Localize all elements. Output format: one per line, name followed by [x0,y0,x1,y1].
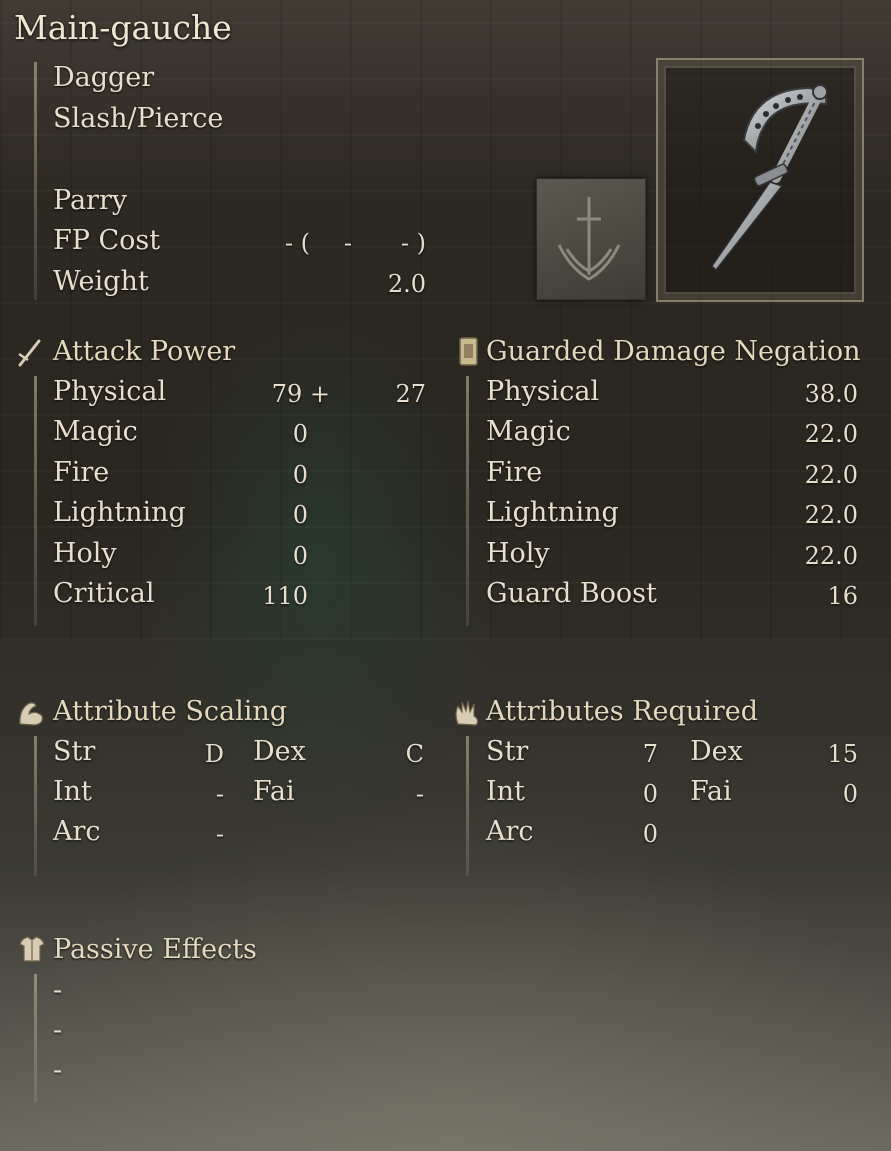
attack-value-fire: 0 [292,461,308,489]
guard-value-holy: 22.0 [804,542,858,570]
attack-label-lightning: Lightning [53,497,186,528]
passive-line-3: - [53,1055,63,1086]
guard-label-guard-boost: Guard Boost [486,578,657,609]
guard-value-lightning: 22.0 [804,501,858,529]
passive-line-1: - [53,975,63,1006]
fp-cost-label: FP Cost [53,225,161,256]
attack-label-physical: Physical [53,376,167,407]
attack-label-critical: Critical [53,578,155,609]
shield-icon [459,337,478,366]
requirement-label-dex: Dex [690,736,743,767]
requirement-label-int: Int [486,776,525,807]
passive-divider [34,974,37,1102]
fp-cost-open: - ( [284,229,310,257]
guard-label-holy: Holy [486,538,550,569]
attack-value-holy: 0 [292,542,308,570]
guard-label-lightning: Lightning [486,497,619,528]
attack-value-magic: 0 [292,420,308,448]
requirement-label-fai: Fai [690,776,732,807]
weight-label: Weight [53,266,149,297]
scaling-value-str: D [204,740,224,768]
passive-line-2: - [53,1015,63,1046]
guard-label-fire: Fire [486,457,543,488]
skill-name: Parry [53,185,128,216]
scaling-label-dex: Dex [253,736,306,767]
attack-bonus-physical: 27 [395,380,426,408]
scaling-label-arc: Arc [53,816,101,847]
requirement-value-str: 7 [642,740,658,768]
passive-title: Passive Effects [53,934,257,965]
scaling-label-int: Int [53,776,92,807]
attack-value-physical: 79 + [271,380,330,408]
guard-label-magic: Magic [486,416,571,447]
attack-value-lightning: 0 [292,501,308,529]
fp-cost-mid: - [343,229,352,257]
scaling-value-arc: - [215,820,224,848]
guard-title: Guarded Damage Negation [486,336,861,367]
scaling-value-fai: - [415,780,424,808]
scaling-value-dex: C [405,740,424,768]
flexed-arm-icon [19,702,43,726]
scaling-label-fai: Fai [253,776,295,807]
requirements-title: Attributes Required [486,696,758,727]
damage-type: Slash/Pierce [53,103,224,134]
guard-value-physical: 38.0 [804,380,858,408]
requirements-divider [466,736,469,876]
weapon-image-frame [656,58,864,302]
hand-icon [455,700,479,726]
requirement-value-fai: 0 [842,780,858,808]
guard-divider [466,376,469,626]
attack-power-divider [34,376,37,626]
scaling-title: Attribute Scaling [53,696,288,727]
requirement-value-int: 0 [642,780,658,808]
attack-label-fire: Fire [53,457,110,488]
scaling-divider [34,736,37,876]
attack-label-magic: Magic [53,416,138,447]
weapon-name: Main-gauche [14,8,232,47]
requirement-value-arc: 0 [642,820,658,848]
guard-value-fire: 22.0 [804,461,858,489]
dagger-image [711,84,828,272]
weight-value: 2.0 [387,270,426,298]
guard-value-magic: 22.0 [804,420,858,448]
sword-icon [18,339,41,367]
requirement-value-dex: 15 [827,740,858,768]
scaling-value-int: - [215,780,224,808]
requirement-label-arc: Arc [486,816,534,847]
attack-label-holy: Holy [53,538,117,569]
weapon-type: Dagger [53,62,155,93]
attack-power-title: Attack Power [53,336,236,367]
scaling-label-str: Str [53,736,96,767]
skill-icon [536,178,646,300]
info-divider [34,62,37,300]
attack-value-critical: 110 [262,582,308,610]
requirement-label-str: Str [486,736,529,767]
guard-label-physical: Physical [486,376,600,407]
fp-cost-close: - ) [400,229,426,257]
armor-icon [19,936,45,962]
guard-value-guard-boost: 16 [827,582,858,610]
